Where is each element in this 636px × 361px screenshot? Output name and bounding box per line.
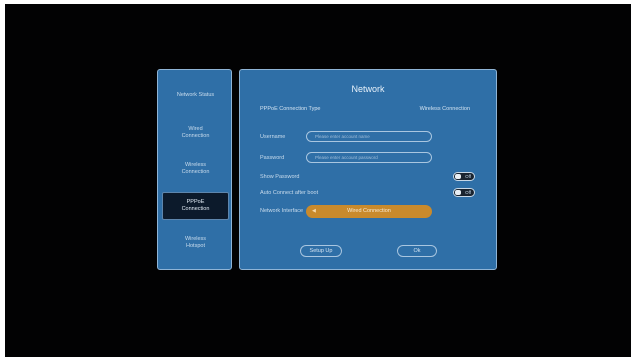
ok-button[interactable]: Ok [397, 245, 437, 257]
password-field[interactable] [306, 152, 432, 163]
connection-type-label: PPPoE Connection Type [260, 106, 321, 112]
network-interface-select[interactable]: ◀ Wired Connection [306, 205, 432, 218]
sidebar-item-wireless-hotspot[interactable]: Wireless Hotspot [162, 230, 229, 256]
connection-type-value: Wireless Connection [419, 106, 470, 112]
sidebar-item-pppoe-connection[interactable]: PPPoE Connection [162, 192, 229, 220]
tv-screen: Network Status Wired Connection Wireless… [5, 4, 631, 357]
username-label: Username [260, 134, 286, 140]
network-interface-value: Wired Connection [347, 208, 391, 214]
toggle-state: Off [465, 174, 471, 179]
show-password-label: Show Password [260, 174, 300, 180]
pppoe-settings-panel: Network PPPoE Connection Type Wireless C… [239, 69, 497, 270]
auto-connect-label: Auto Connect after boot [260, 190, 319, 196]
toggle-state: Off [465, 190, 471, 195]
username-field[interactable] [306, 131, 432, 142]
show-password-toggle[interactable]: Off [453, 172, 475, 181]
toggle-knob [455, 190, 461, 195]
sidebar-item-wireless-connection[interactable]: Wireless Connection [162, 156, 229, 182]
toggle-knob [455, 174, 461, 179]
auto-connect-toggle[interactable]: Off [453, 188, 475, 197]
sidebar-item-label: Wireless Hotspot [184, 236, 207, 249]
sidebar-item-wired-connection[interactable]: Wired Connection [162, 120, 229, 146]
sidebar-item-label: Wired Connection [181, 126, 210, 139]
password-label: Password [260, 155, 285, 161]
sidebar-item-label: Wireless Connection [181, 162, 210, 175]
sidebar-item-label: Network Status [176, 91, 215, 98]
sidebar-item-label: PPPoE Connection [181, 199, 210, 212]
page-title: Network [351, 84, 385, 94]
network-sidebar: Network Status Wired Connection Wireless… [157, 69, 232, 270]
network-interface-label: Network Interface [260, 208, 304, 214]
setup-button[interactable]: Setup Up [300, 245, 342, 257]
sidebar-item-network-status[interactable]: Network Status [162, 84, 229, 106]
